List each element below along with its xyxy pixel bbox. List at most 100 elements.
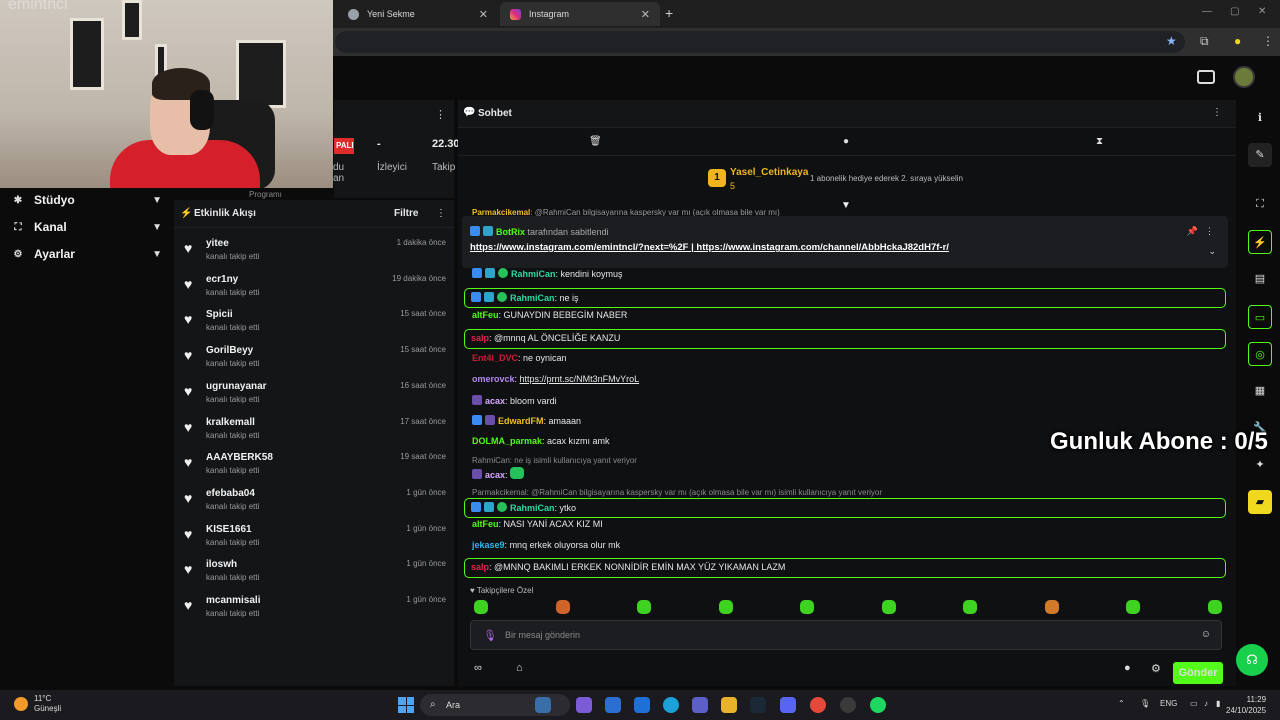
edge-icon[interactable] <box>663 697 679 713</box>
chat-username[interactable]: acax <box>485 470 505 480</box>
list-item[interactable]: ♥ AAAYBERK58 kanalı takip etti 19 saat önce <box>184 450 446 480</box>
menu-icon[interactable]: ⋮ <box>1262 34 1274 48</box>
list-item[interactable]: ♥ KISE1661 kanalı takip etti 1 gün önce <box>184 522 446 552</box>
crop-icon[interactable]: ⛶ <box>1248 192 1272 216</box>
chat-username[interactable]: Ent4l_DVC <box>472 353 518 363</box>
outlook-icon[interactable] <box>634 697 650 713</box>
list-item[interactable]: ♥ ecr1ny kanalı takip etti 19 dakika önce <box>184 272 446 302</box>
follower-name[interactable]: GorilBeyy <box>206 345 253 356</box>
chat-mode-icon[interactable]: ● <box>843 136 849 147</box>
widget-image-icon[interactable] <box>535 697 551 713</box>
close-tab-icon[interactable]: ✕ <box>479 8 488 21</box>
sidebar-item-channel[interactable]: ⛶ Kanal ▼ <box>12 220 163 234</box>
follower-name[interactable]: KISE1661 <box>206 524 252 535</box>
chat-username[interactable]: altFeu <box>472 310 499 320</box>
file-explorer-icon[interactable] <box>721 697 737 713</box>
list-item[interactable]: ♥ yitee kanalı takip etti 1 dakika önce <box>184 236 446 266</box>
chat-username[interactable]: salp <box>471 562 489 572</box>
avatar[interactable] <box>1233 66 1255 88</box>
clapper-icon[interactable]: ▰ <box>1248 490 1272 514</box>
close-tab-icon[interactable]: ✕ <box>641 8 650 21</box>
minimize-icon[interactable]: — <box>1202 6 1212 17</box>
list-item[interactable]: ♥ ugrunayanar kanalı takip etti 16 saat önc… <box>184 379 446 409</box>
follower-name[interactable]: yitee <box>206 238 229 249</box>
chat-text[interactable]: https://prnt.sc/NMt3nFMvYroL <box>520 374 640 384</box>
emote-icon[interactable] <box>881 600 896 614</box>
follower-name[interactable]: iloswh <box>206 559 237 570</box>
list-item[interactable]: ♥ efebaba04 kanalı takip etti 1 gün önce <box>184 486 446 516</box>
pin-icon[interactable]: 📌 <box>1187 226 1198 237</box>
slow-mode-hourglass-icon[interactable]: ⧗ <box>1096 136 1103 147</box>
extensions-icon[interactable]: ⧉ <box>1200 34 1209 49</box>
chat-username[interactable]: jekase9 <box>472 540 505 550</box>
follower-name[interactable]: ecr1ny <box>206 274 238 285</box>
chat-username[interactable]: DOLMA_parmak <box>472 436 542 446</box>
emote-icon[interactable] <box>1126 600 1140 614</box>
support-headset-icon[interactable]: ☊ <box>1236 644 1268 676</box>
follower-name[interactable]: AAAYBERK58 <box>206 452 273 463</box>
lightning-icon[interactable]: ⚡ <box>1248 230 1272 254</box>
gift-user[interactable]: Yasel_Cetinkaya <box>730 167 808 178</box>
kicks-icon[interactable]: ∞ <box>474 662 482 674</box>
chat-settings-gear-icon[interactable]: ⚙ <box>1151 662 1161 675</box>
clock[interactable]: 11:29 24/10/2025 <box>1226 694 1266 716</box>
emote-icon[interactable] <box>718 600 733 614</box>
send-button[interactable]: Gönder <box>1173 662 1223 684</box>
sidebar-item-studio[interactable]: ✱ Stüdyo ▼ <box>12 193 162 207</box>
chat-rules-icon[interactable]: ● <box>1124 662 1131 674</box>
chat-username[interactable]: salp <box>471 333 489 343</box>
profile-icon[interactable]: ● <box>1234 34 1241 48</box>
windows-start-icon[interactable] <box>398 697 414 713</box>
filter-button[interactable]: Filtre <box>394 208 418 219</box>
emote-icon[interactable] <box>1207 600 1222 614</box>
list-item[interactable]: ♥ kralkemall kanalı takip etti 17 saat önce <box>184 415 446 445</box>
chat-username[interactable]: acax <box>485 396 505 406</box>
emote-icon[interactable] <box>963 600 977 614</box>
spotify-icon[interactable] <box>870 697 886 713</box>
battery-icon[interactable]: ▮ <box>1216 699 1220 708</box>
more-options-icon[interactable]: ⋮ <box>436 208 446 219</box>
chat-username[interactable]: RahmiCan <box>511 269 556 279</box>
new-tab-button[interactable]: + <box>665 5 673 21</box>
chat-username[interactable]: EdwardFM <box>498 416 544 426</box>
network-icon[interactable]: ▭ <box>1190 699 1198 708</box>
more-options-icon[interactable]: ⋮ <box>1205 226 1214 237</box>
tab-instagram[interactable]: Instagram ✕ <box>500 2 660 26</box>
chat-username[interactable]: omerovck <box>472 374 515 384</box>
language-indicator[interactable]: ENG <box>1160 699 1177 708</box>
list-item[interactable]: ♥ Spicii kanalı takip etti 15 saat önce <box>184 307 446 337</box>
chat-username[interactable]: RahmiCan <box>510 293 555 303</box>
bookmark-star-icon[interactable]: ★ <box>1166 34 1177 48</box>
emoji-picker-icon[interactable]: ☺ <box>1201 629 1211 640</box>
chat-input[interactable]: 🎙 Bir mesaj gönderin ☺ <box>470 620 1222 650</box>
url-input[interactable] <box>335 31 1185 53</box>
emote-icon[interactable] <box>1044 600 1059 614</box>
sparkle-icon[interactable]: ✦ <box>1248 453 1272 477</box>
emote-icon[interactable] <box>555 600 570 614</box>
store-app-icon[interactable] <box>605 697 621 713</box>
pinned-link-2[interactable]: https://www.instagram.com/channel/AbbHck… <box>696 242 949 253</box>
follower-name[interactable]: ugrunayanar <box>206 381 267 392</box>
maximize-icon[interactable]: ▢ <box>1230 6 1239 17</box>
follower-name[interactable]: efebaba04 <box>206 488 255 499</box>
emote-icon[interactable] <box>800 600 814 614</box>
notes-icon[interactable]: ▤ <box>1248 267 1272 291</box>
emote-icon[interactable] <box>474 600 488 614</box>
more-options-icon[interactable]: ⋮ <box>1212 107 1222 118</box>
layout-icon[interactable]: ▦ <box>1248 379 1272 403</box>
volume-icon[interactable]: ♪ <box>1204 699 1208 708</box>
mic-icon[interactable]: 🎙 <box>483 629 497 642</box>
more-options-icon[interactable]: ⋮ <box>435 108 446 121</box>
info-icon[interactable]: ℹ <box>1248 106 1272 130</box>
pinned-user[interactable]: BotRix <box>496 227 525 237</box>
teams-icon[interactable] <box>692 697 708 713</box>
discord-icon[interactable] <box>780 697 796 713</box>
sidebar-item-settings[interactable]: ⚙ Ayarlar ▼ <box>12 247 162 261</box>
follower-name[interactable]: kralkemall <box>206 417 255 428</box>
stream-camera-icon[interactable] <box>1197 70 1215 84</box>
chrome-taskbar-icon[interactable] <box>810 697 826 713</box>
chat-username[interactable]: RahmiCan <box>510 503 555 513</box>
store-icon[interactable]: ⌂ <box>516 662 523 674</box>
expand-chevron-icon[interactable]: ⌄ <box>1208 246 1216 257</box>
list-item[interactable]: ♥ GorilBeyy kanalı takip etti 15 saat önce <box>184 343 446 373</box>
